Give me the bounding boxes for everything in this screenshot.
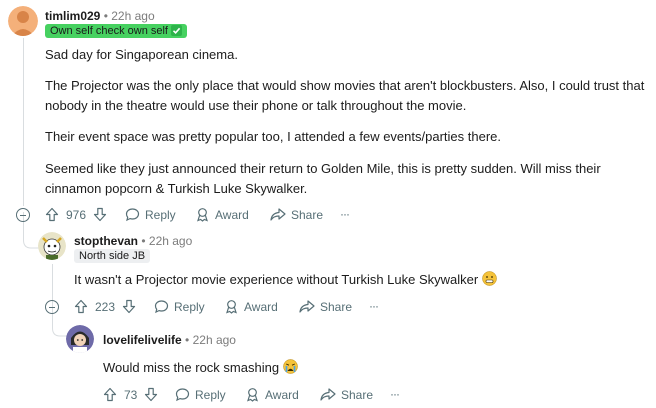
vote-group: 73 xyxy=(103,387,158,402)
comment-timestamp[interactable]: 22h ago xyxy=(149,234,192,248)
award-icon xyxy=(197,208,208,222)
share-icon xyxy=(270,208,286,221)
thread-line-reply[interactable] xyxy=(52,264,53,300)
vote-count: 223 xyxy=(95,299,116,314)
upvote-icon[interactable] xyxy=(74,299,88,314)
grimacing-face-emoji-icon xyxy=(482,271,497,286)
collapse-thread-button[interactable] xyxy=(45,300,59,314)
reply-button[interactable]: Reply xyxy=(175,387,226,402)
downvote-icon[interactable] xyxy=(144,387,158,402)
vote-group: 223 xyxy=(74,299,136,314)
downvote-icon[interactable] xyxy=(93,207,107,222)
user-flair: Own self check own self xyxy=(45,24,188,38)
comment-paragraph: Would miss the rock smashing xyxy=(103,358,643,378)
share-button[interactable]: Share xyxy=(270,207,323,222)
share-button[interactable]: Share xyxy=(299,299,352,314)
vote-count: 976 xyxy=(66,207,87,222)
comment-paragraph: The Projector was the only place that wo… xyxy=(45,78,645,113)
reply-icon xyxy=(154,300,169,314)
upvote-icon[interactable] xyxy=(45,207,59,222)
comment-paragraph: It wasn't a Projector movie experience w… xyxy=(74,270,644,290)
thread-line-root[interactable] xyxy=(23,38,24,206)
award-button[interactable]: Award xyxy=(224,299,278,314)
share-icon xyxy=(299,300,315,313)
reply-icon xyxy=(175,388,190,402)
reply-button[interactable]: Reply xyxy=(125,207,176,222)
comment-paragraph: Their event space was pretty popular too… xyxy=(45,129,501,144)
more-options-button[interactable]: ··· xyxy=(340,207,350,221)
avatar[interactable] xyxy=(66,325,94,353)
vote-group: 976 xyxy=(45,207,107,222)
share-icon xyxy=(320,388,336,401)
award-button[interactable]: Award xyxy=(245,387,299,402)
comment-timestamp[interactable]: 22h ago xyxy=(111,9,154,23)
more-options-button[interactable]: ··· xyxy=(369,299,379,313)
award-icon xyxy=(247,388,258,402)
user-flair: North side JB xyxy=(74,249,151,263)
downvote-icon[interactable] xyxy=(122,299,136,314)
more-options-button[interactable]: ··· xyxy=(390,387,400,401)
comment-timestamp[interactable]: 22h ago xyxy=(193,333,236,347)
avatar[interactable] xyxy=(8,6,38,36)
crying-face-emoji-icon xyxy=(282,359,298,374)
comment-paragraph: Sad day for Singaporean cinema. xyxy=(45,47,238,62)
check-mark-icon xyxy=(171,25,183,36)
comment-author[interactable]: stopthevan • 22h ago xyxy=(74,234,192,248)
comment-author[interactable]: lovelifelivelife • 22h ago xyxy=(103,333,236,347)
share-button[interactable]: Share xyxy=(320,387,373,402)
avatar[interactable] xyxy=(38,232,66,260)
reply-icon xyxy=(125,208,140,222)
award-button[interactable]: Award xyxy=(195,207,249,222)
award-icon xyxy=(226,300,237,314)
vote-count: 73 xyxy=(124,387,138,402)
upvote-icon[interactable] xyxy=(103,387,117,402)
reply-button[interactable]: Reply xyxy=(154,299,205,314)
comment-author[interactable]: timlim029 • 22h ago xyxy=(45,9,155,23)
comment-paragraph: Seemed like they just announced their re… xyxy=(45,161,601,196)
collapse-thread-button[interactable] xyxy=(16,208,30,222)
